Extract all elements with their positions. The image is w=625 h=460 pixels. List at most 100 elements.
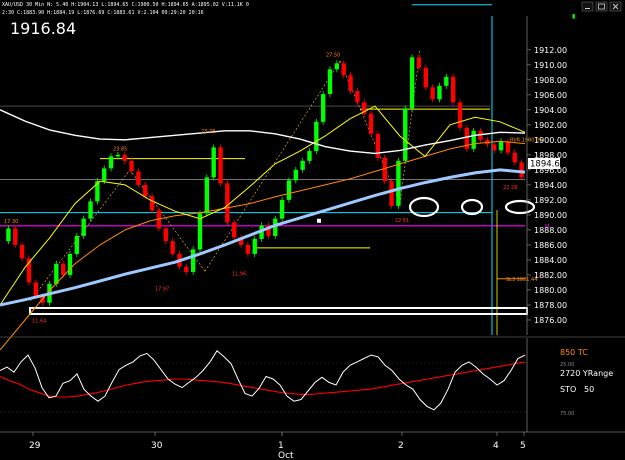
candle-body [437, 85, 442, 100]
annotation-left-high: 17.30 [4, 219, 18, 225]
candle-body [88, 201, 93, 219]
candle-body [204, 177, 210, 214]
price-tick-label: 1892.00 [534, 196, 567, 205]
candle-body [341, 63, 346, 76]
candle-body [368, 113, 374, 134]
candle-body [300, 160, 305, 170]
minimize-icon[interactable] [581, 1, 594, 12]
candle-body [471, 130, 476, 149]
candle-body [389, 181, 394, 206]
osc-axis-tick-top: 25.00 [560, 362, 574, 368]
date-tick-label: 30 [151, 441, 163, 451]
candle-body [19, 244, 25, 259]
price-tick-label: 1904.00 [534, 106, 567, 115]
annotation-down-label: 22.28 [503, 185, 517, 191]
candle-body [67, 253, 73, 275]
symbol-info-line: XAU/USD 30 Min N: 5.40 H:1904.13 L:1894.… [2, 2, 249, 8]
price-tick-label: 1884.00 [534, 256, 567, 265]
candle-body [149, 196, 155, 211]
date-tick-label: 5 [520, 441, 526, 451]
white-marker-square [317, 218, 321, 223]
price-tick-label: 1882.00 [534, 271, 567, 280]
candle-body [60, 263, 66, 275]
candle-body [430, 87, 435, 100]
date-tick-label: 29 [29, 441, 41, 451]
candle-body [115, 154, 121, 157]
candle-body [396, 160, 401, 206]
candle-body [190, 249, 196, 272]
candle-body [286, 180, 292, 200]
candle-body [211, 147, 216, 178]
big-price-readout: 1916.84 [10, 19, 76, 38]
osc-label-yrange: 2720 YRange [560, 369, 613, 378]
date-tick-label: 4 [493, 441, 499, 451]
candle-body [184, 266, 189, 272]
candle-body [416, 57, 422, 68]
candle-body [129, 160, 134, 172]
osc-label-sto: STO [560, 385, 576, 394]
candle-body [13, 228, 18, 245]
candle-body [334, 63, 340, 70]
price-tick-label: 1910.00 [534, 61, 567, 70]
candle-body [163, 228, 168, 242]
annotation-left-low: 11.64 [32, 318, 46, 324]
price-tick-label: 1890.00 [534, 211, 567, 220]
candle-body [225, 183, 230, 223]
candle-body [492, 144, 497, 151]
candle-body [320, 94, 326, 122]
annotation-trough-1: 17.97 [155, 286, 169, 292]
scale-lock-icon[interactable]: ▮ [572, 13, 575, 20]
candle-body [54, 263, 59, 284]
candle-body [457, 102, 463, 128]
price-tick-label: 1902.00 [534, 121, 567, 130]
candle-body [102, 168, 107, 182]
candle-body [498, 141, 504, 151]
close-icon[interactable] [609, 1, 622, 12]
candle-body [245, 244, 251, 254]
window-controls [581, 1, 622, 12]
candle-body [95, 181, 100, 202]
price-tick-label: 1906.00 [534, 91, 567, 100]
date-tick-label: 2 [398, 441, 404, 451]
candle-body [143, 184, 148, 197]
price-tick-label: 1888.00 [534, 226, 567, 235]
annotation-trough-3: 22.61 [395, 218, 409, 224]
price-tick-label: 1876.00 [534, 316, 567, 325]
date-tick-label: Oct [278, 451, 294, 460]
current-price-value: 1894.65 [530, 160, 565, 170]
candle-body [423, 67, 428, 88]
candle-body [6, 228, 11, 242]
candle-body [444, 76, 449, 86]
candle-body [279, 199, 285, 219]
candle-body [519, 162, 524, 178]
maximize-icon[interactable] [595, 1, 608, 12]
candle-body [314, 121, 319, 152]
candle-body [355, 91, 360, 103]
osc-label-50: 50 [584, 385, 594, 394]
date-tick-label: 1 [278, 441, 284, 451]
candle-body [307, 151, 312, 161]
price-tick-label: 1880.00 [534, 286, 567, 295]
annotation-peak-2: 23.78 [201, 129, 215, 135]
candle-body [33, 282, 38, 296]
price-tick-label: 1908.00 [534, 76, 567, 85]
price-tick-label: 1878.00 [534, 301, 567, 310]
candle-body [122, 154, 127, 161]
candle-body [170, 241, 175, 254]
candle-body [403, 108, 408, 161]
chart-root: XAU/USD 30 Min N: 5.40 H:1904.13 L:1894.… [0, 0, 625, 460]
price-tick-label: 1900.00 [534, 136, 567, 145]
price-tick-label: 1894.00 [534, 181, 567, 190]
candle-body [512, 152, 517, 163]
price-tick-label: 1886.00 [534, 241, 567, 250]
osc-label-tc: 850 TC [560, 348, 588, 357]
candle-body [218, 147, 223, 184]
annotation-peak-3: 27.50 [326, 52, 340, 58]
stats-info-line: 2:30 C:1883.90 H:1884.19 L:1876.69 C:188… [2, 10, 204, 16]
candle-body [382, 157, 387, 182]
candle-body [136, 171, 141, 185]
candle-body [293, 169, 298, 181]
candle-body [81, 218, 86, 236]
candle-body [232, 222, 237, 238]
candle-body [348, 75, 353, 92]
